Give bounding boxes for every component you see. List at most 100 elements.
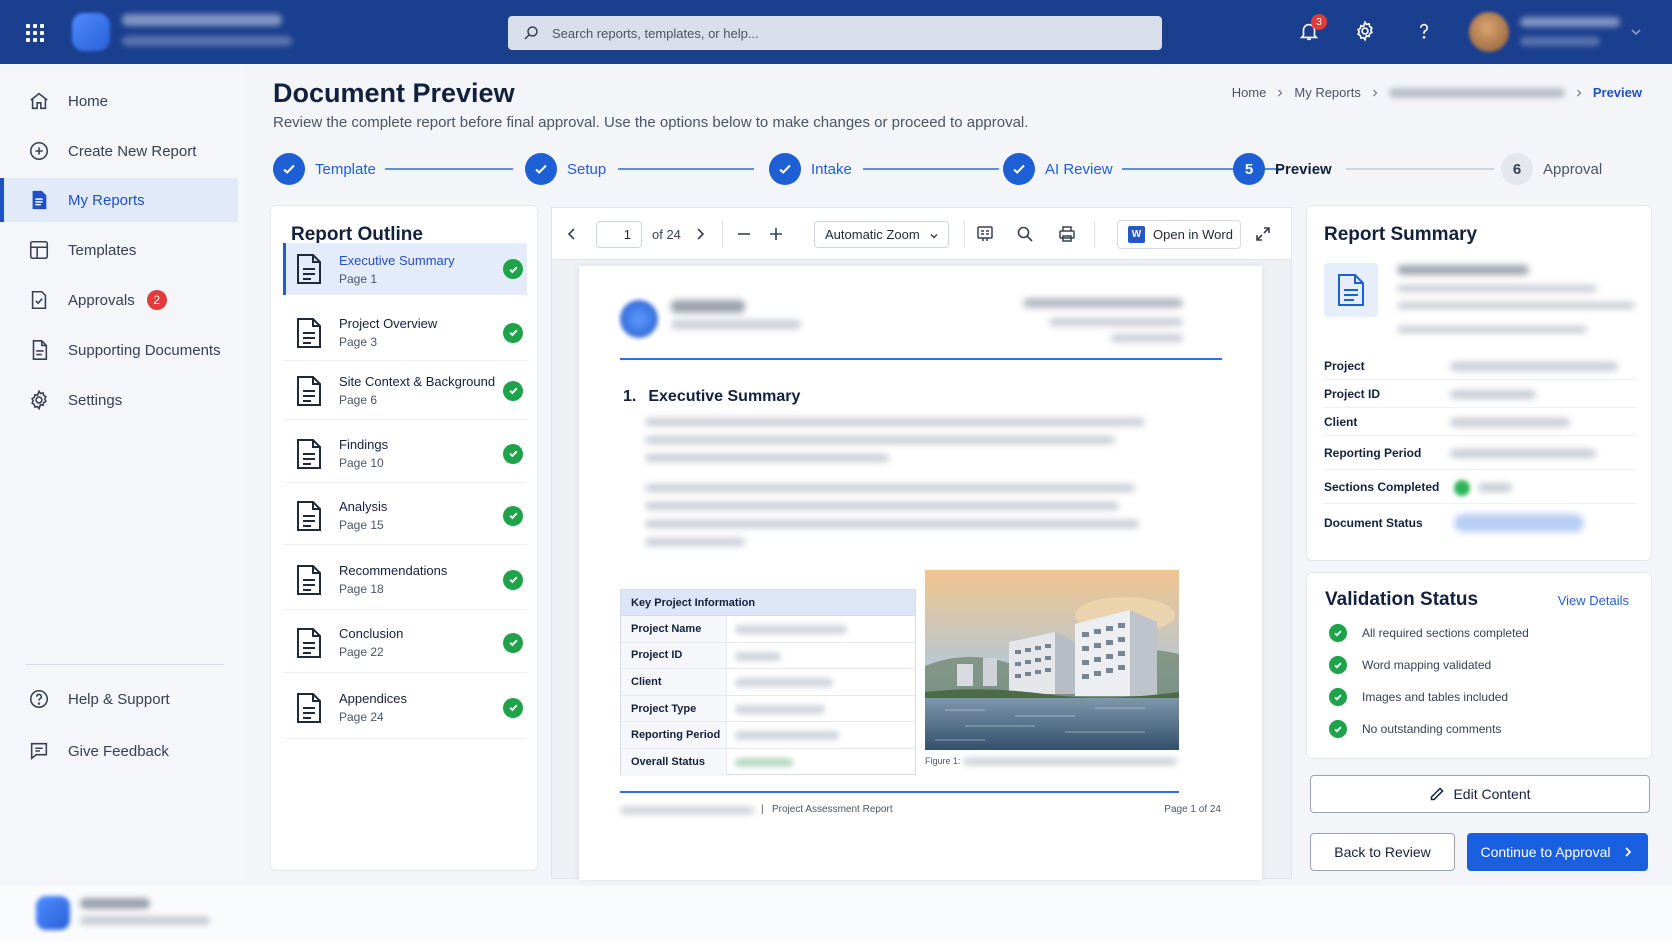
sidebar-item-approvals[interactable]: Approvals 2 — [0, 278, 238, 322]
sidebar-item-home[interactable]: Home — [0, 79, 238, 123]
continue-to-approval-button[interactable]: Continue to Approval — [1467, 833, 1648, 871]
summary-row: Client — [1324, 408, 1636, 436]
chevron-down-icon[interactable] — [1628, 24, 1644, 40]
breadcrumb-project-redacted[interactable] — [1388, 87, 1565, 98]
outline-item[interactable]: Appendices Page 24 — [283, 677, 527, 739]
search-input[interactable] — [552, 25, 1112, 41]
app-logo — [72, 13, 110, 51]
validation-text: Word mapping validated — [1362, 658, 1492, 672]
page-total: of 24 — [652, 227, 681, 242]
step-label: Preview — [1275, 160, 1332, 178]
breadcrumb-home[interactable]: Home — [1232, 85, 1267, 100]
back-to-review-button[interactable]: Back to Review — [1310, 833, 1455, 871]
step-template[interactable]: Template — [273, 152, 376, 186]
footer-rule — [620, 791, 1179, 793]
outline-item[interactable]: Executive Summary Page 1 — [283, 243, 527, 295]
edit-content-button[interactable]: Edit Content — [1310, 775, 1650, 813]
gear-icon[interactable] — [1352, 18, 1378, 44]
outline-toggle-button[interactable] — [973, 222, 997, 246]
sidebar-item-templates[interactable]: Templates — [0, 228, 238, 272]
outline-item-text: Findings Page 10 — [339, 437, 503, 470]
fullscreen-button[interactable] — [1251, 222, 1275, 246]
document-page: 1. Executive Summary Key Project Informat… — [579, 266, 1262, 880]
outline-item-page: Page 15 — [339, 518, 384, 532]
help-icon[interactable] — [1411, 18, 1437, 44]
open-in-word-button[interactable]: W Open in Word — [1117, 220, 1241, 249]
outline-item-page: Page 3 — [339, 335, 378, 349]
toolbar-divider — [722, 220, 723, 248]
print-button[interactable] — [1055, 222, 1079, 246]
row-label: Project Type — [621, 695, 727, 722]
check-circle-icon — [503, 380, 523, 401]
validation-text: No outstanding comments — [1362, 722, 1502, 736]
outline-item[interactable]: Recommendations Page 18 — [283, 550, 527, 610]
breadcrumb-my-reports[interactable]: My Reports — [1294, 85, 1360, 100]
row-label: Project ID — [621, 642, 727, 669]
sidebar-item-create-new-report[interactable]: Create New Report — [0, 129, 238, 173]
footer-project-redacted — [620, 807, 754, 814]
sidebar-item-supporting-documents[interactable]: Supporting Documents — [0, 328, 238, 372]
sidebar-item-give-feedback[interactable]: Give Feedback — [0, 729, 238, 773]
step-ai-review[interactable]: AI Review — [1003, 152, 1113, 186]
report-name-redacted — [1397, 265, 1529, 275]
document-icon — [1324, 263, 1378, 317]
zoom-select[interactable]: Automatic Zoom — [814, 221, 949, 248]
expand-icon — [1256, 227, 1270, 241]
sidebar-item-settings[interactable]: Settings — [0, 378, 238, 422]
report-outline-panel: Report Outline Executive Summary Page 1 Pr… — [270, 205, 538, 871]
project-image — [925, 570, 1179, 750]
open-in-word-label: Open in Word — [1153, 227, 1233, 242]
row-value-redacted — [735, 651, 781, 661]
check-circle-icon — [503, 259, 523, 279]
company-logo — [36, 896, 70, 930]
page-title: Document Preview — [273, 78, 515, 108]
view-details-link[interactable]: View Details — [1558, 593, 1629, 608]
step-intake[interactable]: Intake — [769, 152, 852, 186]
section-title: Executive Summary — [648, 388, 801, 405]
summary-label: Reporting Period — [1324, 445, 1422, 460]
document-icon — [297, 438, 321, 469]
summary-value-redacted — [1450, 390, 1536, 399]
step-approval[interactable]: 6 Approval — [1501, 152, 1602, 186]
outline-item[interactable]: Project Overview Page 3 — [283, 305, 527, 361]
app-launcher-icon[interactable] — [26, 24, 46, 42]
minus-icon — [738, 233, 750, 235]
outline-item-page: Page 24 — [339, 710, 384, 724]
paragraph-line — [645, 520, 1139, 528]
check-icon — [525, 153, 557, 185]
outline-item-name: Findings — [339, 437, 389, 452]
summary-row: Document Status — [1324, 504, 1636, 542]
step-preview[interactable]: 5 Preview — [1233, 152, 1332, 186]
step-label: Intake — [811, 160, 852, 178]
project-id-redacted — [1111, 334, 1183, 342]
summary-rows: Project Project ID Client Reporting Peri… — [1324, 352, 1636, 542]
paragraph-line — [645, 454, 889, 462]
chevron-right-icon — [697, 228, 705, 240]
plus-icon — [770, 228, 782, 240]
company-logo — [620, 300, 658, 338]
zoom-out-button[interactable] — [732, 222, 756, 246]
validation-item: All required sections completed — [1329, 624, 1529, 642]
document-icon — [297, 375, 321, 406]
outline-item[interactable]: Analysis Page 15 — [283, 487, 527, 545]
validation-text: Images and tables included — [1362, 690, 1509, 704]
outline-item[interactable]: Findings Page 10 — [283, 425, 527, 483]
outline-item[interactable]: Conclusion Page 22 — [283, 613, 527, 673]
zoom-in-button[interactable] — [764, 222, 788, 246]
avatar[interactable] — [1469, 12, 1509, 52]
previous-page-button[interactable] — [560, 222, 584, 246]
check-circle-icon — [1329, 624, 1347, 642]
summary-value-redacted — [1450, 362, 1618, 371]
sidebar-item-help-support[interactable]: Help & Support — [0, 677, 238, 721]
row-value-redacted — [735, 757, 793, 767]
next-page-button[interactable] — [688, 222, 712, 246]
find-button[interactable] — [1013, 222, 1037, 246]
search-box[interactable] — [508, 16, 1162, 50]
outline-item[interactable]: Site Context & Background Page 6 — [283, 362, 527, 420]
page-number-input[interactable] — [596, 221, 642, 248]
sidebar-item-my-reports[interactable]: My Reports — [0, 178, 238, 222]
step-setup[interactable]: Setup — [525, 152, 606, 186]
row-label: Reporting Period — [621, 722, 727, 748]
check-circle-icon — [503, 632, 523, 653]
printer-icon — [1059, 226, 1075, 242]
